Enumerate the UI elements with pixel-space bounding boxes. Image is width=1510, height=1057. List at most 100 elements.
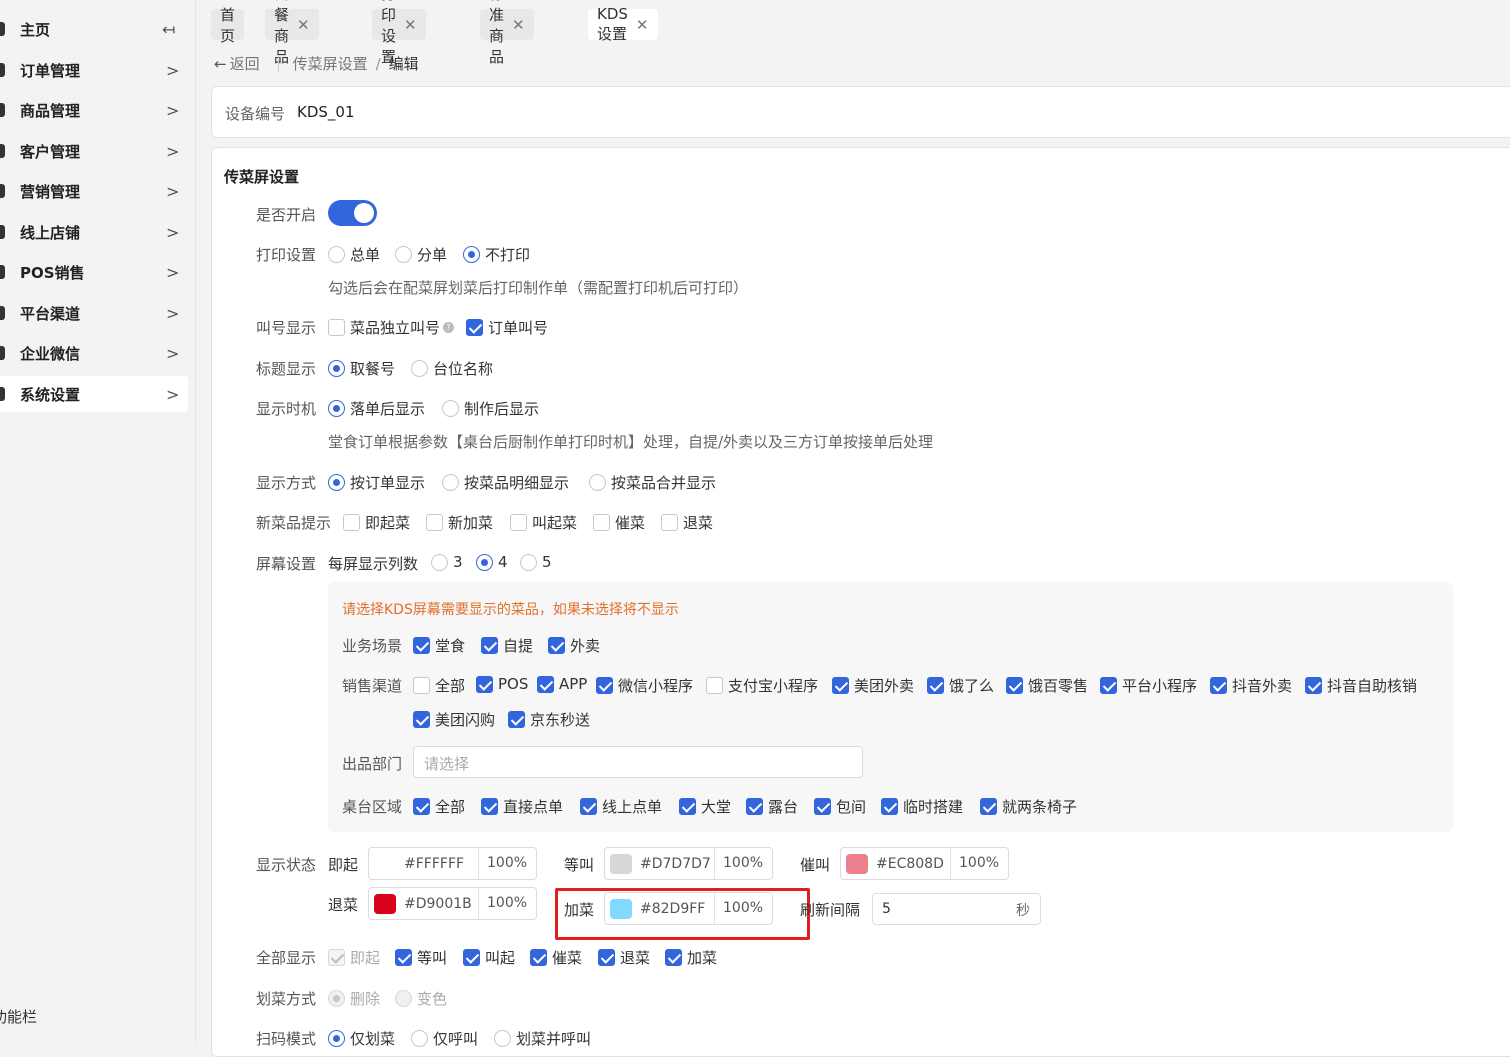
area-option-1[interactable]: 直接点单 [481,796,563,817]
channel-option-0[interactable]: 全部 [413,675,465,696]
color-hex: #D9001B [404,895,472,912]
tab-print-settings[interactable]: 打印设置✕ [372,0,426,66]
option-label: 仅划菜 [350,1030,396,1048]
all-show-option-3[interactable]: 催菜 [530,947,582,968]
all-show-option-5[interactable]: 加菜 [665,947,717,968]
channel-option-9[interactable]: 抖音外卖 [1210,675,1292,696]
newtip-option-0[interactable]: 即起菜 [343,512,410,533]
close-icon[interactable]: ✕ [297,16,310,34]
channel-option-12[interactable]: 京东秒送 [508,709,590,730]
color-opacity[interactable]: 100% [714,847,771,880]
color-picker-immediate[interactable]: #FFFFFF 100% [368,847,537,880]
area-option-6[interactable]: 临时搭建 [881,796,963,817]
sidebar-item-channels[interactable]: 平台渠道 > [0,295,188,331]
title-option-table[interactable]: 台位名称 [411,358,493,379]
color-picker-urge[interactable]: #EC808D 100% [840,847,1009,880]
call-option-order[interactable]: 订单叫号 [466,317,548,338]
scan-option-2[interactable]: 划菜并呼叫 [494,1028,591,1049]
back-arrow-icon[interactable]: ← [214,55,227,73]
scan-option-1[interactable]: 仅呼叫 [411,1028,478,1049]
sidebar-footer[interactable]: 功能栏 [0,1006,37,1027]
newtip-option-2[interactable]: 叫起菜 [510,512,577,533]
area-option-0[interactable]: 全部 [413,796,465,817]
sidebar-item-customers[interactable]: 客户管理 > [0,133,188,169]
sidebar-item-wecom[interactable]: 企业微信 > [0,335,188,371]
newtip-option-3[interactable]: 催菜 [593,512,645,533]
mode-option-merge[interactable]: 按菜品合并显示 [589,472,716,493]
filter-panel [328,582,1453,832]
channel-option-2[interactable]: APP [537,675,587,693]
screen-option-5[interactable]: 5 [520,553,552,571]
all-show-option-1[interactable]: 等叫 [395,947,447,968]
newtip-option-4[interactable]: 退菜 [661,512,713,533]
scene-option-1[interactable]: 自提 [481,635,533,656]
channel-option-6[interactable]: 饿了么 [927,675,994,696]
print-option-total[interactable]: 总单 [328,244,380,265]
screen-option-4[interactable]: 4 [476,553,508,571]
color-swatch[interactable] [374,893,396,914]
channel-option-5[interactable]: 美团外卖 [832,675,914,696]
sidebar-item-pos[interactable]: POS销售 > [0,254,188,290]
color-opacity[interactable]: 100% [478,887,535,920]
scan-option-0[interactable]: 仅划菜 [328,1028,395,1049]
tab-home[interactable]: 首页 [211,6,245,45]
newtip-option-1[interactable]: 新加菜 [426,512,493,533]
help-icon[interactable]: ? [443,322,455,333]
sidebar-item-marketing[interactable]: 营销管理 > [0,173,188,209]
area-option-7[interactable]: 就两条椅子 [980,796,1077,817]
call-option-item[interactable]: 菜品独立叫号? [328,317,460,338]
channel-option-11[interactable]: 美团闪购 [413,709,495,730]
sidebar-item-online-store[interactable]: 线上店铺 > [0,214,188,250]
refresh-input[interactable]: 5 秒 [872,893,1041,925]
option-label: 订单叫号 [488,319,549,337]
option-label: 即起菜 [365,514,411,532]
area-option-3[interactable]: 大堂 [679,796,731,817]
color-opacity[interactable]: 100% [478,847,535,880]
channel-option-10[interactable]: 抖音自助核销 [1305,675,1417,696]
screen-option-3[interactable]: 3 [431,553,463,571]
channel-label: 销售渠道 [342,677,403,695]
mode-option-detail[interactable]: 按菜品明细显示 [442,472,569,493]
scene-option-2[interactable]: 外卖 [548,635,600,656]
dept-select[interactable]: 请选择 [413,746,863,778]
mode-option-order[interactable]: 按订单显示 [328,472,425,493]
sidebar-item-products[interactable]: 商品管理 > [0,92,188,128]
sidebar-item-orders[interactable]: 订单管理 > [0,52,188,88]
option-label: 即起 [350,949,381,967]
tab-standard-products[interactable]: 标准商品 ✕ [480,0,534,66]
close-icon[interactable]: ✕ [512,16,525,34]
channel-option-1[interactable]: POS [476,675,528,693]
sidebar-item-home[interactable]: 主页 ↤ [0,11,188,47]
close-icon[interactable]: ✕ [636,16,649,34]
print-option-none[interactable]: 不打印 [463,244,530,265]
breadcrumb-parent[interactable]: 传菜屏设置 [293,53,368,74]
option-label: 制作后显示 [464,400,540,418]
timing-option-after-order[interactable]: 落单后显示 [328,398,425,419]
tab-combo-products[interactable]: 套餐商品✕ [265,0,319,66]
channel-option-4[interactable]: 支付宝小程序 [706,675,818,696]
collapse-icon[interactable]: ↤ [162,20,175,39]
color-picker-return[interactable]: #D9001B 100% [368,887,537,920]
channel-option-3[interactable]: 微信小程序 [596,675,693,696]
area-option-5[interactable]: 包间 [814,796,866,817]
color-picker-waiting[interactable]: #D7D7D7 100% [604,847,773,880]
color-opacity[interactable]: 100% [950,847,1007,880]
timing-option-after-make[interactable]: 制作后显示 [442,398,539,419]
channel-option-8[interactable]: 平台小程序 [1100,675,1197,696]
title-option-pickup[interactable]: 取餐号 [328,358,395,379]
color-swatch[interactable] [610,853,632,874]
all-show-option-2[interactable]: 叫起 [463,947,515,968]
area-option-2[interactable]: 线上点单 [580,796,662,817]
area-option-4[interactable]: 露台 [746,796,798,817]
tab-kds-settings[interactable]: KDS设置 ✕ [588,5,658,43]
channel-option-7[interactable]: 饿百零售 [1006,675,1088,696]
back-link[interactable]: 返回 [230,53,260,74]
scene-option-0[interactable]: 堂食 [413,635,465,656]
close-icon[interactable]: ✕ [404,16,417,34]
sidebar-item-settings[interactable]: 系统设置 > [0,376,188,412]
all-show-option-4[interactable]: 退菜 [598,947,650,968]
color-swatch[interactable] [846,853,868,874]
print-option-split[interactable]: 分单 [395,244,447,265]
color-swatch[interactable] [374,853,396,874]
enable-toggle[interactable] [328,200,377,226]
